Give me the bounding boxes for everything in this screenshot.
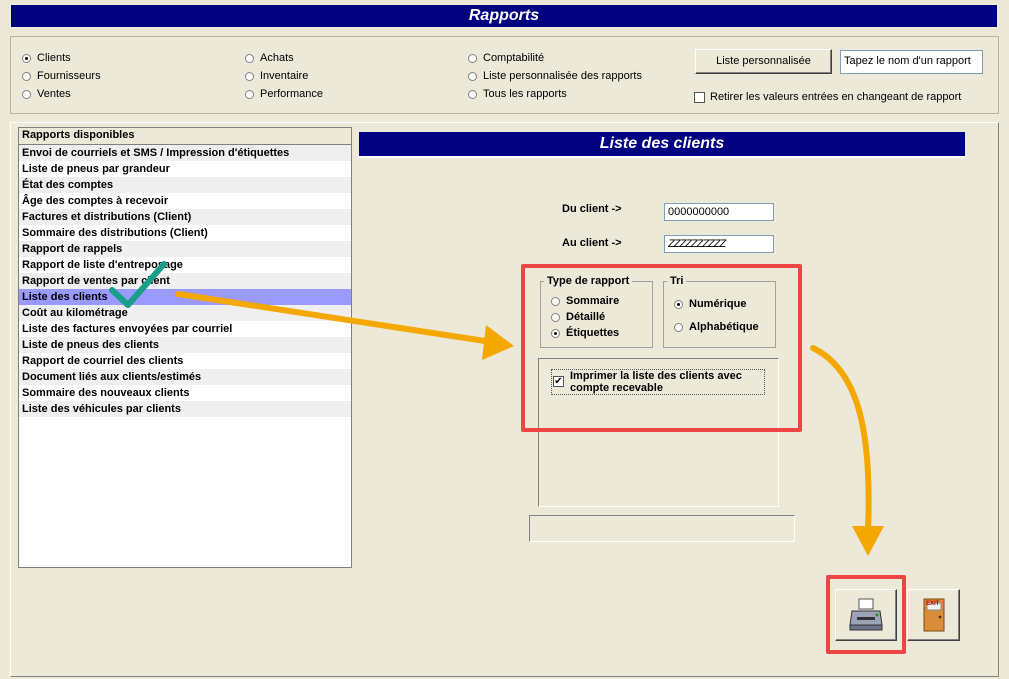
arrow-to-print — [810, 345, 884, 556]
checkmark-icon — [109, 261, 167, 308]
annotation-overlay — [109, 261, 884, 556]
arrow-to-options — [175, 291, 514, 360]
